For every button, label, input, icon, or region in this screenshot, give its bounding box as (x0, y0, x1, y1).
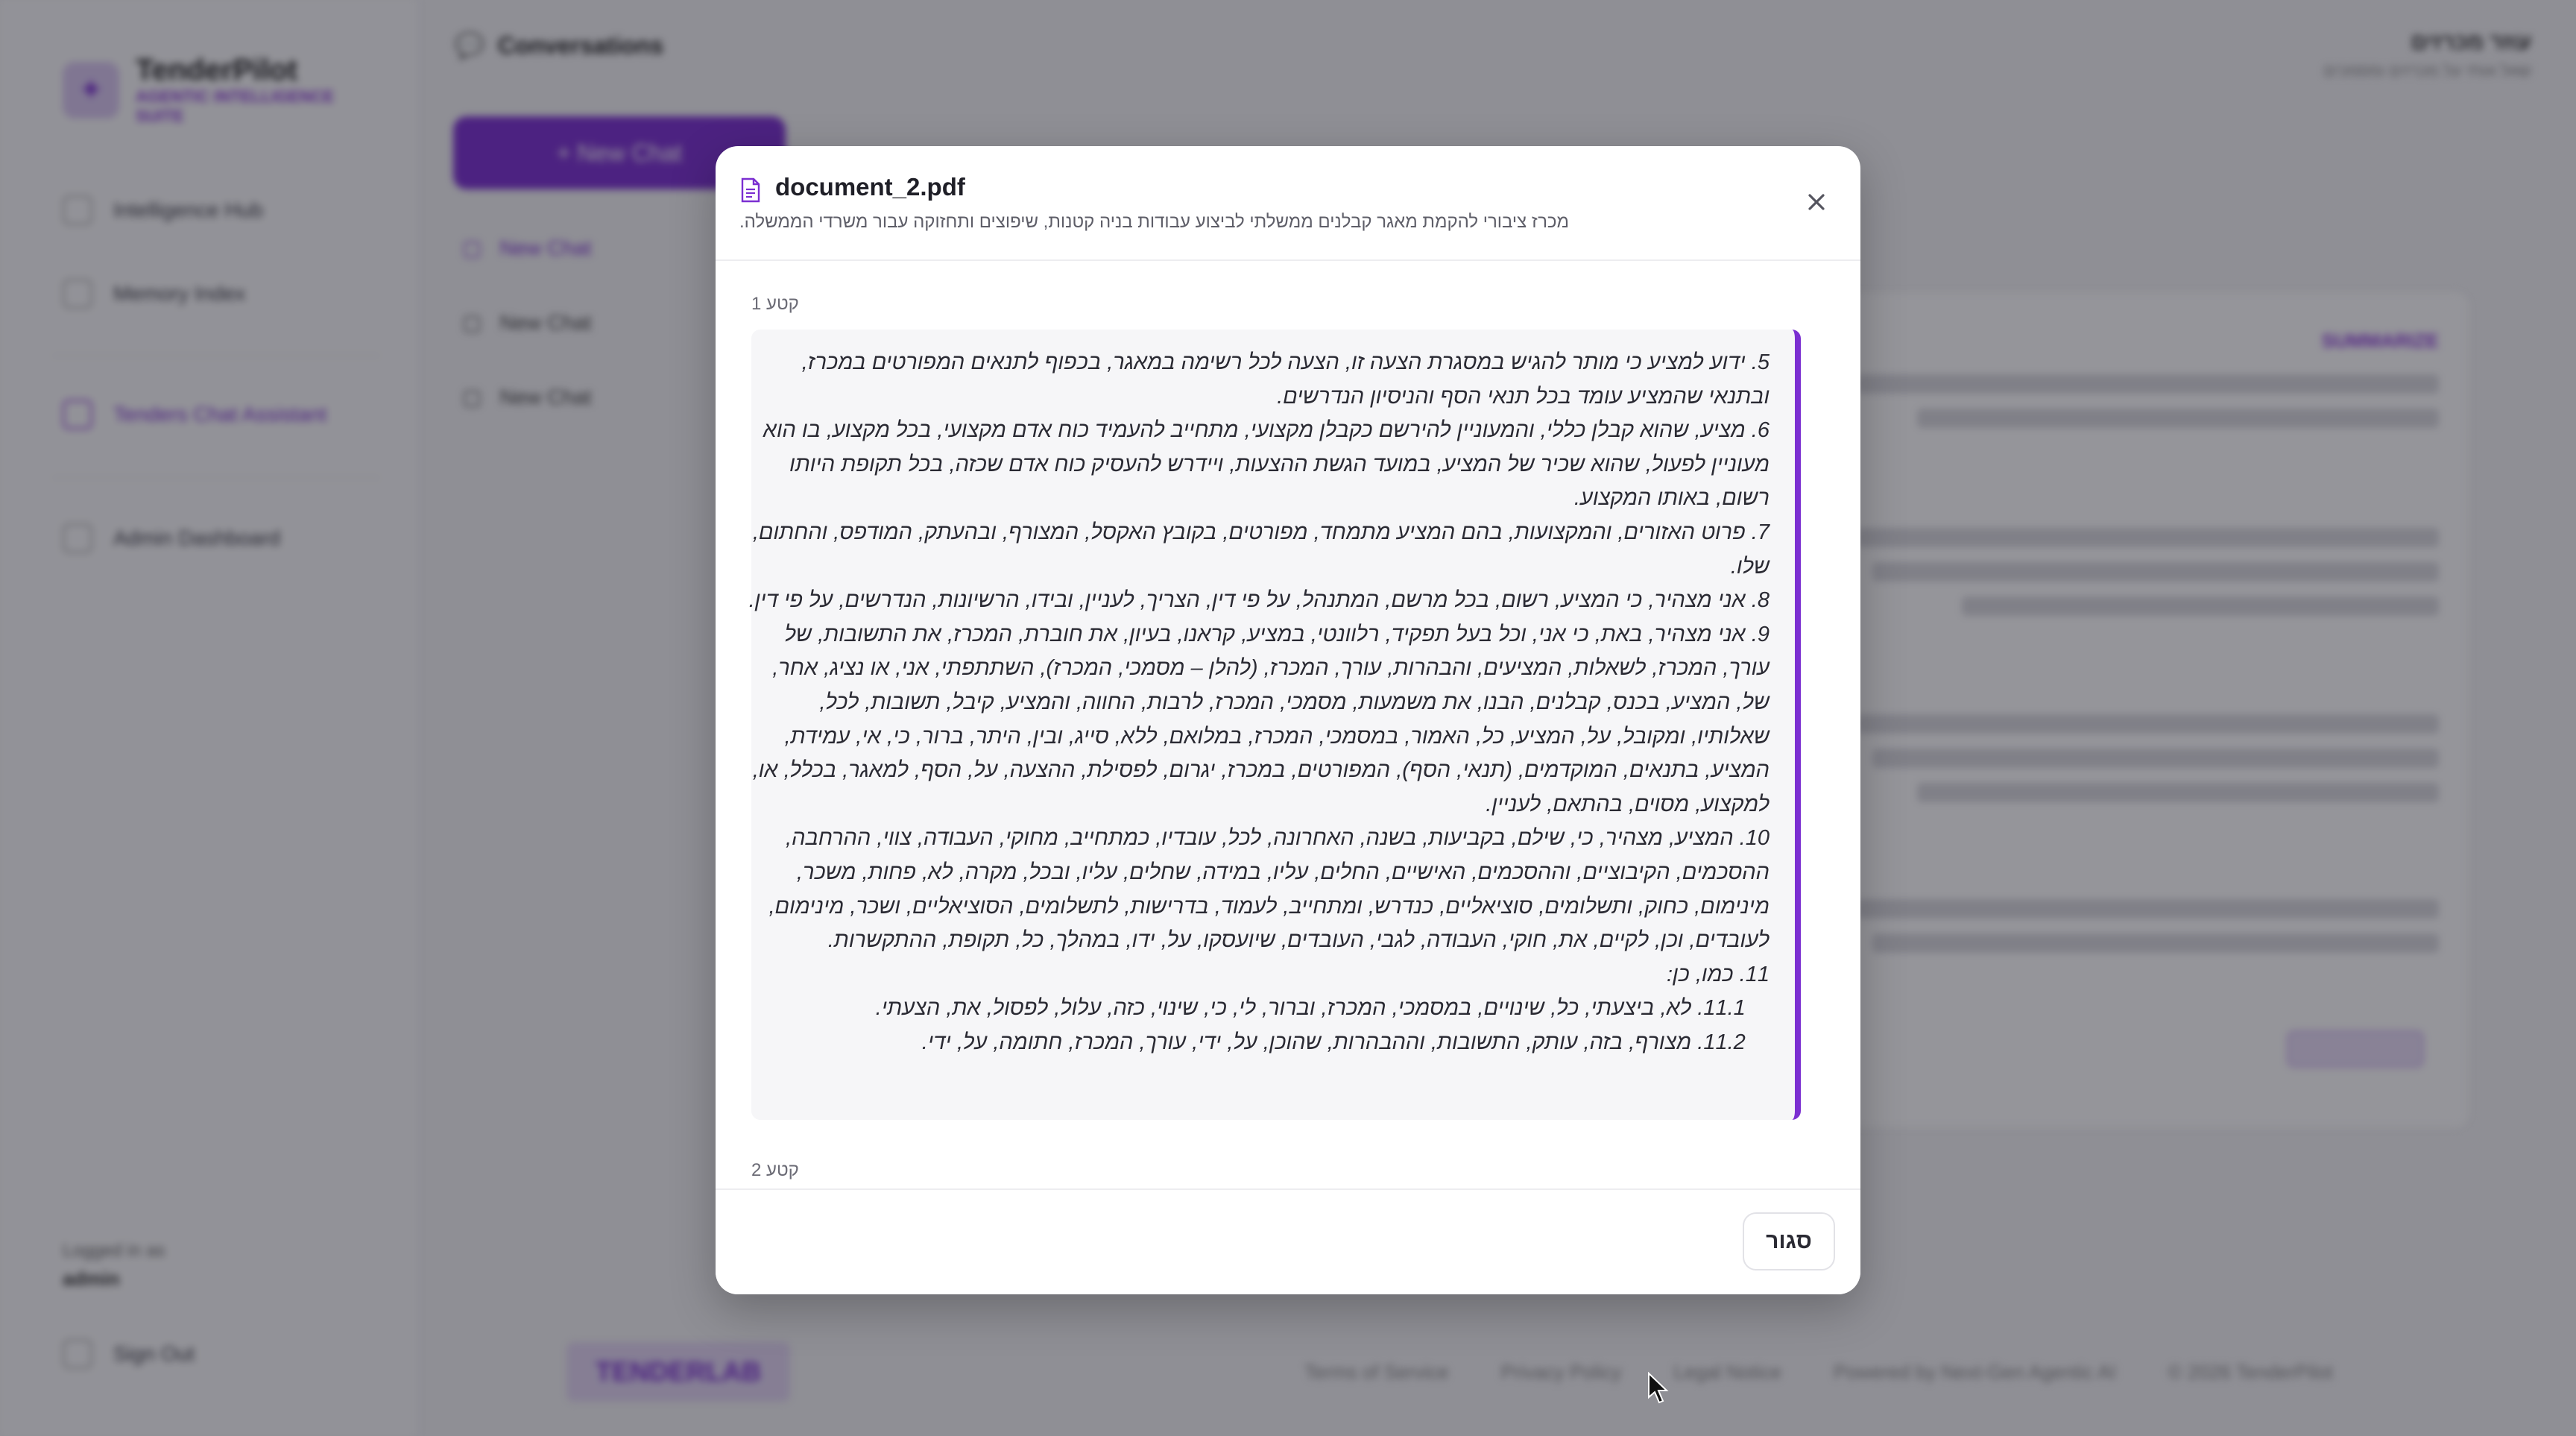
close-modal-button[interactable] (1799, 185, 1834, 219)
modal-body[interactable]: קטע 1 5. ידוע למציע כי מותר להגיש במסגרת… (716, 261, 1860, 1294)
segment-text: 5. ידוע למציע כי מותר להגיש במסגרת הצעה … (748, 350, 1770, 1054)
document-preview-modal: document_2.pdf מכרז ציבורי להקמת מאגר קב… (716, 146, 1860, 1294)
modal-title: document_2.pdf (775, 173, 965, 201)
segment-label: קטע 2 (751, 1160, 799, 1180)
modal-footer: סגור (716, 1188, 1860, 1294)
modal-subtitle: מכרז ציבורי להקמת מאגר קבלנים ממשלתי לבי… (739, 212, 1570, 232)
mouse-cursor-icon (1648, 1372, 1669, 1404)
file-text-icon (741, 177, 760, 203)
segment-label: קטע 1 (751, 294, 799, 314)
modal-header: document_2.pdf מכרז ציבורי להקמת מאגר קב… (716, 146, 1860, 261)
close-icon (1808, 194, 1825, 210)
document-segment: 5. ידוע למציע כי מותר להגיש במסגרת הצעה … (748, 330, 1801, 1120)
close-button[interactable]: סגור (1743, 1212, 1835, 1270)
